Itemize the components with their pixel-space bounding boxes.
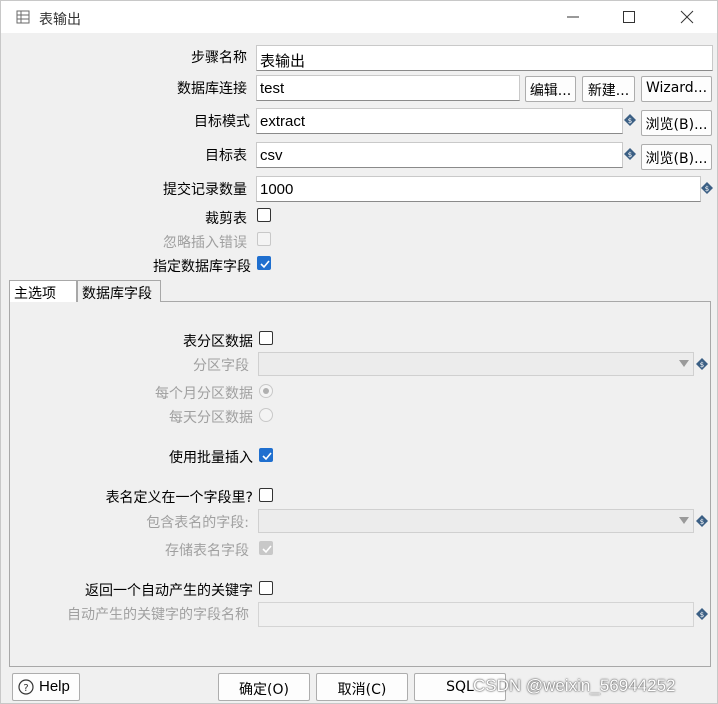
table-name-in-field-label: 表名定义在一个字段里? xyxy=(105,490,253,506)
check-icon xyxy=(262,452,272,461)
check-icon xyxy=(260,260,270,269)
step-name-label: 步骤名称 xyxy=(191,50,247,66)
variable-icon: $ xyxy=(696,515,708,527)
store-table-name-checkbox[interactable] xyxy=(259,541,273,555)
close-button[interactable] xyxy=(667,5,707,29)
dialog-window: 表输出 步骤名称 表输出 数据库连接 test 编辑... 新建... Wiza… xyxy=(0,0,718,704)
tab-bar: 主选项 数据库字段 xyxy=(9,280,711,302)
tab-db-fields[interactable]: 数据库字段 xyxy=(77,280,161,302)
target-schema-label: 目标模式 xyxy=(194,114,250,130)
svg-text:$: $ xyxy=(700,518,704,526)
store-table-name-label: 存储表名字段 xyxy=(165,543,249,559)
target-table-label: 目标表 xyxy=(205,148,247,164)
partition-field-label: 分区字段 xyxy=(193,358,249,374)
partition-monthly-label: 每个月分区数据 xyxy=(155,386,253,402)
tab-main-options[interactable]: 主选项 xyxy=(9,280,77,302)
partition-daily-radio[interactable] xyxy=(259,408,273,422)
chevron-down-icon xyxy=(679,360,689,367)
partition-field-select[interactable] xyxy=(258,352,694,376)
commit-size-label: 提交记录数量 xyxy=(163,182,247,198)
table-name-in-field-checkbox[interactable] xyxy=(259,488,273,502)
variable-icon: $ xyxy=(624,114,636,126)
close-icon xyxy=(680,10,694,24)
variable-icon: $ xyxy=(696,608,708,620)
table-name-field-select[interactable] xyxy=(258,509,694,533)
svg-text:$: $ xyxy=(700,361,704,369)
browse-table-button[interactable]: 浏览(B)... xyxy=(641,144,712,170)
variable-icon: $ xyxy=(696,358,708,370)
help-button[interactable]: ? Help xyxy=(12,673,80,701)
partition-daily-label: 每天分区数据 xyxy=(169,410,253,426)
new-connection-button[interactable]: 新建... xyxy=(582,76,635,102)
return-auto-key-checkbox[interactable] xyxy=(259,581,273,595)
help-icon: ? xyxy=(18,679,34,695)
truncate-checkbox[interactable] xyxy=(257,208,271,222)
ok-button[interactable]: 确定(O) xyxy=(218,673,310,701)
check-icon xyxy=(262,545,272,554)
partition-data-label: 表分区数据 xyxy=(183,334,253,350)
table-name-field-label: 包含表名的字段: xyxy=(146,515,249,531)
maximize-button[interactable] xyxy=(609,5,649,29)
table-icon xyxy=(16,10,30,24)
ignore-errors-label: 忽略插入错误 xyxy=(163,235,247,251)
minimize-icon xyxy=(567,16,579,18)
auto-key-field-input[interactable] xyxy=(258,602,694,627)
variable-icon: $ xyxy=(701,182,713,194)
minimize-button[interactable] xyxy=(553,5,593,29)
cancel-button[interactable]: 取消(C) xyxy=(316,673,408,701)
partition-monthly-radio[interactable] xyxy=(259,384,273,398)
chevron-down-icon xyxy=(679,517,689,524)
connection-select[interactable]: test xyxy=(256,75,520,101)
auto-key-field-label: 自动产生的关键字的字段名称 xyxy=(67,607,249,623)
batch-insert-checkbox[interactable] xyxy=(259,448,273,462)
batch-insert-label: 使用批量插入 xyxy=(169,450,253,466)
specify-fields-label: 指定数据库字段 xyxy=(153,259,251,275)
ignore-errors-checkbox[interactable] xyxy=(257,232,271,246)
edit-connection-button[interactable]: 编辑... xyxy=(525,76,576,102)
watermark: CSDN @weixin_56944252 xyxy=(473,676,676,695)
svg-text:$: $ xyxy=(628,117,632,125)
wizard-button[interactable]: Wizard... xyxy=(641,76,712,102)
connection-label: 数据库连接 xyxy=(177,81,247,97)
maximize-icon xyxy=(623,11,635,23)
partition-data-checkbox[interactable] xyxy=(259,331,273,345)
return-auto-key-label: 返回一个自动产生的关键字 xyxy=(85,583,253,599)
browse-schema-button[interactable]: 浏览(B)... xyxy=(641,110,712,136)
target-table-input[interactable]: csv xyxy=(256,142,623,168)
title-bar[interactable]: 表输出 xyxy=(1,1,717,33)
truncate-label: 裁剪表 xyxy=(205,211,247,227)
commit-size-input[interactable]: 1000 xyxy=(256,176,701,202)
specify-fields-checkbox[interactable] xyxy=(257,256,271,270)
step-name-input[interactable]: 表输出 xyxy=(256,45,713,71)
help-button-label: Help xyxy=(39,678,70,695)
target-schema-input[interactable]: extract xyxy=(256,108,623,134)
svg-text:$: $ xyxy=(628,151,632,159)
svg-text:$: $ xyxy=(700,611,704,619)
window-title: 表输出 xyxy=(39,12,81,28)
variable-icon: $ xyxy=(624,148,636,160)
svg-text:$: $ xyxy=(705,185,709,193)
svg-text:?: ? xyxy=(23,683,28,694)
